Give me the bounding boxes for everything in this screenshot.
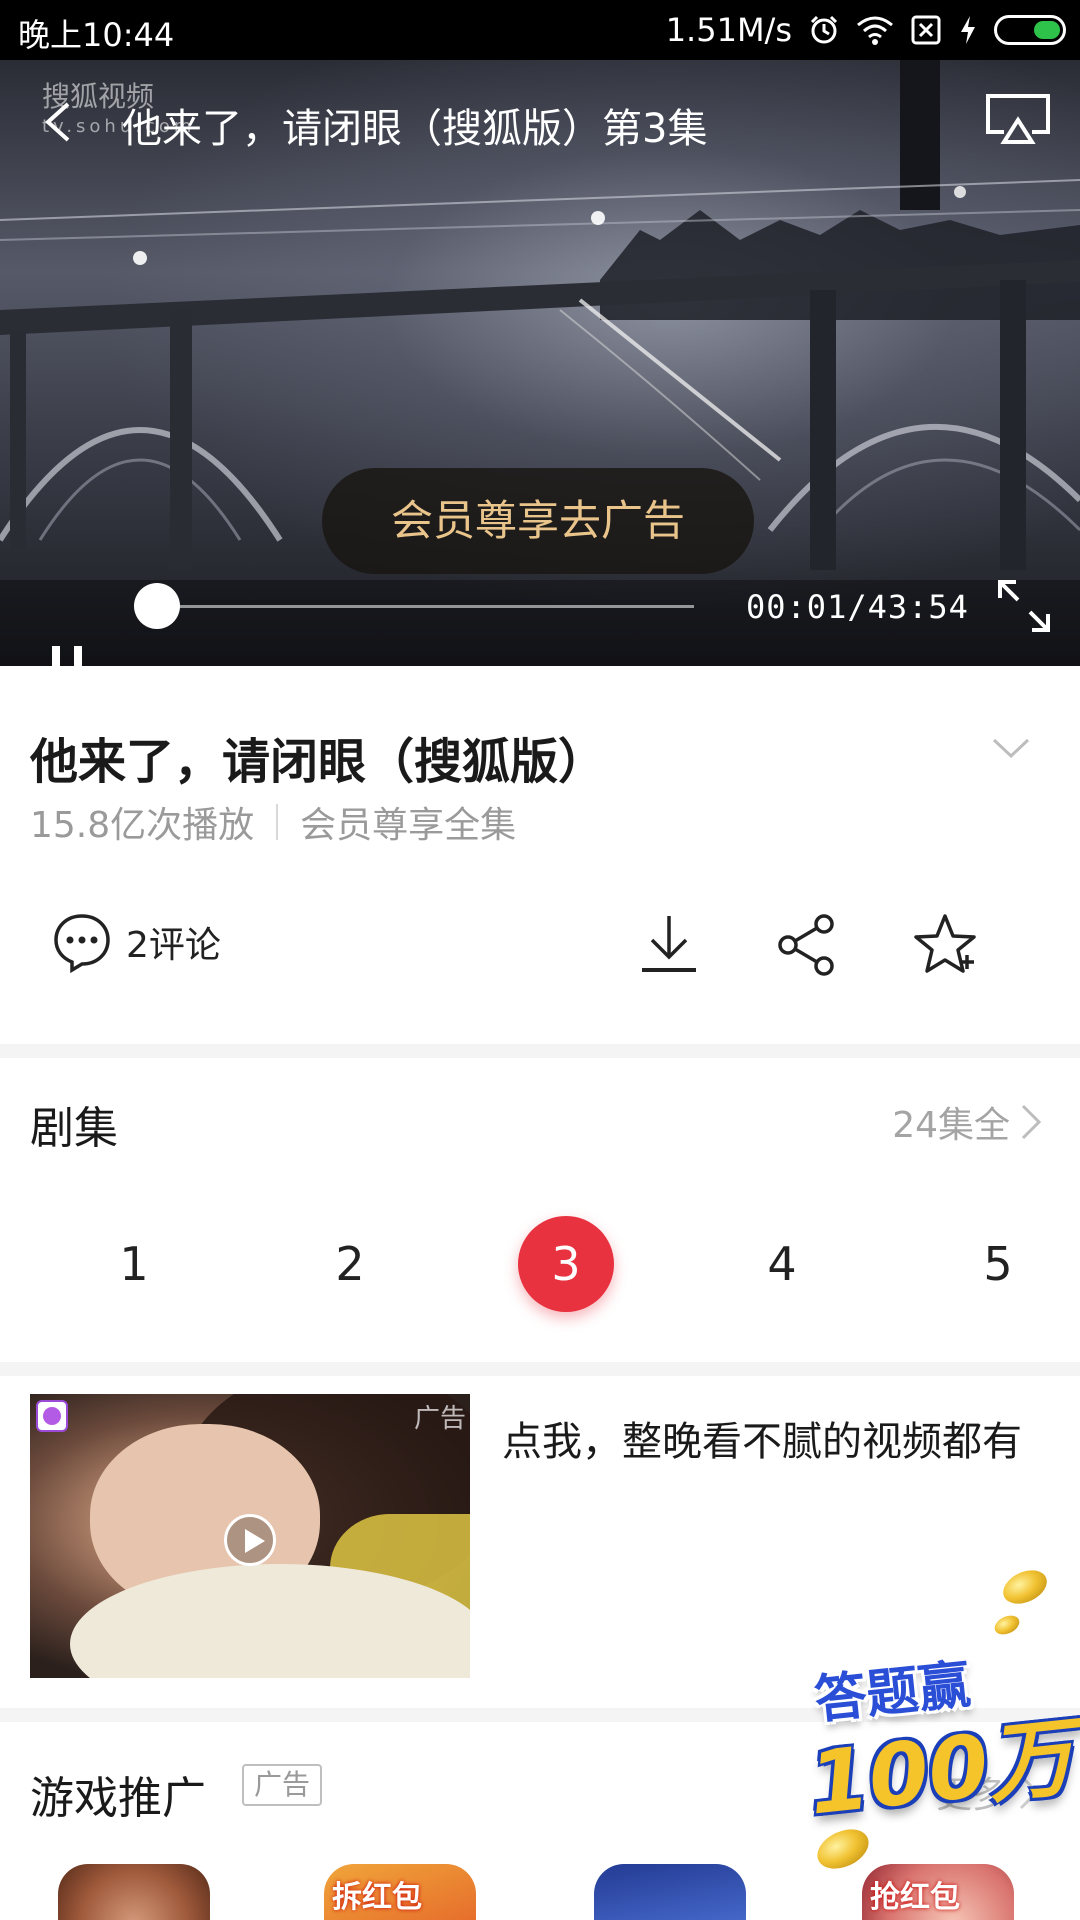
no-sim-icon <box>911 15 941 45</box>
alarm-icon <box>810 15 838 44</box>
coin-icon <box>997 1563 1053 1611</box>
chevron-right-icon <box>1021 1104 1042 1140</box>
show-title: 他来了，请闭眼（搜狐版） <box>30 734 607 790</box>
comment-icon <box>54 914 110 974</box>
ad-headline[interactable]: 点我，整晚看不腻的视频都有 <box>502 1412 1042 1472</box>
play-count: 15.8亿次播放 <box>30 805 255 846</box>
share-icon[interactable] <box>774 912 840 978</box>
episode-button-2[interactable]: 2 <box>302 1216 398 1312</box>
episode-button-3[interactable]: 3 <box>518 1216 614 1312</box>
quiz-promo-floating-button[interactable]: 答题赢 100万 <box>804 1562 1079 1877</box>
episode-button-5[interactable]: 5 <box>950 1216 1046 1312</box>
ad-video-thumbnail[interactable]: 广告 <box>30 1394 470 1678</box>
meta-divider <box>276 804 279 840</box>
pause-icon[interactable] <box>50 644 86 666</box>
game-icon-1[interactable] <box>58 1864 210 1920</box>
section-divider <box>0 1362 1080 1376</box>
battery-icon <box>994 15 1066 45</box>
section-divider <box>0 1044 1080 1058</box>
games-ad-badge: 广告 <box>242 1764 322 1806</box>
app-logo-icon <box>36 1400 68 1432</box>
video-title: 他来了，请闭眼（搜狐版）第3集 <box>122 106 708 152</box>
charging-icon <box>961 16 975 44</box>
back-icon[interactable] <box>38 100 82 144</box>
game-label-2: 拆红包 <box>332 1880 422 1915</box>
network-speed: 1.51M/s <box>665 11 792 49</box>
time-readout: 00:01/43:54 <box>746 588 969 626</box>
download-icon[interactable] <box>636 912 702 978</box>
coin-icon <box>991 1611 1023 1639</box>
episode-list: 1 2 3 4 5 <box>0 1210 1080 1320</box>
episode-button-4[interactable]: 4 <box>734 1216 830 1312</box>
progress-knob[interactable] <box>134 583 180 629</box>
ad-corner-tag: 广告 <box>413 1404 466 1434</box>
status-time: 晚上10:44 <box>18 16 175 54</box>
cast-icon[interactable] <box>984 92 1052 148</box>
play-icon <box>224 1514 276 1566</box>
fullscreen-icon[interactable] <box>996 578 1052 634</box>
game-label-4: 抢红包 <box>870 1880 960 1915</box>
action-bar: 2评论 <box>0 900 1080 1000</box>
game-icon-3[interactable] <box>594 1864 746 1920</box>
game-icon-2[interactable]: 拆红包 <box>324 1864 476 1920</box>
comment-count: 2评论 <box>126 925 221 966</box>
status-bar: 晚上10:44 1.51M/s <box>0 0 1080 60</box>
status-icons: 1.51M/s <box>666 8 1066 52</box>
game-icon-4[interactable]: 抢红包 <box>862 1864 1014 1920</box>
comment-button[interactable]: 2评论 <box>50 910 221 974</box>
progress-track[interactable] <box>156 605 694 608</box>
vip-remove-ads-button[interactable]: 会员尊享去广告 <box>322 468 754 574</box>
episodes-header: 剧集 <box>30 1103 118 1154</box>
chevron-down-icon[interactable] <box>990 728 1032 770</box>
favorite-add-icon[interactable] <box>912 912 978 978</box>
episode-button-1[interactable]: 1 <box>86 1216 182 1312</box>
wifi-icon <box>857 16 893 45</box>
video-player[interactable]: 搜狐视频 tv.sohu.com 他来了，请闭眼（搜狐版）第3集 会员尊享去广告 <box>0 60 1080 666</box>
vip-note: 会员尊享全集 <box>300 805 517 846</box>
games-header: 游戏推广 <box>30 1773 206 1824</box>
episodes-all-label: 24集全 <box>892 1105 1010 1146</box>
episodes-all-button[interactable]: 24集全 <box>892 1096 1042 1148</box>
show-meta: 15.8亿次播放 会员尊享全集 <box>30 796 516 848</box>
